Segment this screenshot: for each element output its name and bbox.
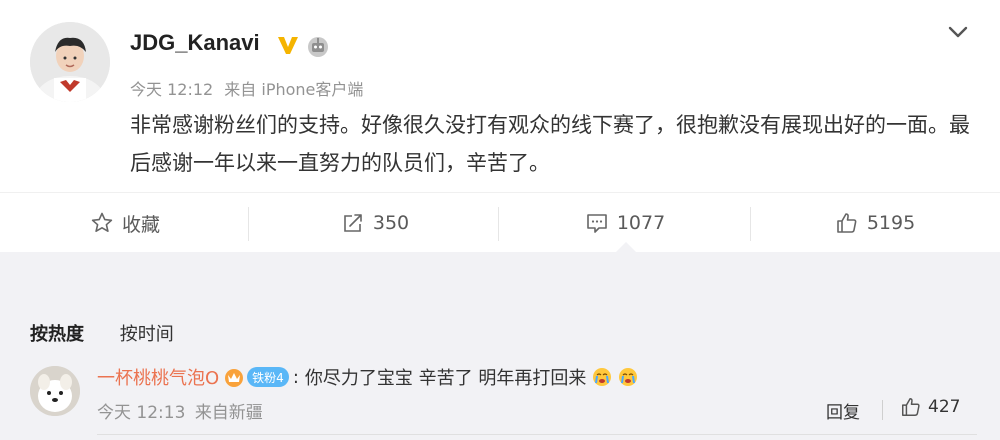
- crying-emoji-icon: [619, 368, 638, 386]
- avatar[interactable]: [30, 22, 110, 102]
- comment-line: 一杯桃桃气泡O 铁粉4 : 你尽力了宝宝 辛苦了 明年再打回来: [97, 364, 638, 390]
- comment-caret: [616, 242, 636, 252]
- comment-sort-bar: 按热度 按时间: [30, 320, 174, 346]
- like-count: 5195: [866, 212, 916, 234]
- weibo-card: JDG_Kanavi 今天 12:12 来自 iPhone客户端 非常感谢粉丝们…: [0, 0, 1000, 440]
- post-source: 来自 iPhone客户端: [224, 80, 364, 99]
- star-icon: [91, 212, 113, 232]
- sort-by-hot[interactable]: 按热度: [30, 324, 84, 345]
- vip-crown-icon: [278, 37, 298, 54]
- comment-divider: [97, 434, 977, 435]
- fan-crown-icon: [225, 369, 244, 387]
- post-meta: 今天 12:12 来自 iPhone客户端: [130, 76, 369, 100]
- comment-colon: :: [292, 366, 299, 388]
- thumbs-up-icon: [902, 398, 920, 416]
- comment-source: 来自新疆: [194, 403, 263, 423]
- comment-meta: 今天 12:13 来自新疆: [97, 398, 267, 423]
- fan-badge: 铁粉4: [247, 367, 289, 387]
- crying-emoji-icon: [593, 368, 612, 386]
- share-icon: [344, 214, 362, 232]
- comment-count: 1077: [616, 212, 666, 234]
- post-content: 非常感谢粉丝们的支持。好像很久没打有观众的线下赛了，很抱歉没有展现出好的一面。最…: [130, 113, 970, 175]
- action-bar: 收藏 350 1077 5195: [0, 192, 1000, 252]
- repost-count: 350: [372, 212, 410, 234]
- comment-time: 今天 12:13: [97, 403, 186, 423]
- robot-icon: [308, 37, 328, 57]
- sort-by-time[interactable]: 按时间: [120, 324, 174, 345]
- username[interactable]: JDG_Kanavi: [130, 30, 260, 56]
- post-time[interactable]: 今天 12:12: [130, 80, 213, 99]
- comment-text: 你尽力了宝宝 辛苦了 明年再打回来: [304, 368, 587, 389]
- favorite-label: 收藏: [121, 213, 160, 236]
- action-separator: [498, 207, 499, 241]
- comment-like-button[interactable]: 427: [900, 396, 960, 418]
- action-separator: [248, 207, 249, 241]
- chevron-down-icon[interactable]: [944, 20, 972, 44]
- comment-like-count: 427: [928, 397, 961, 417]
- comment-action-separator: [882, 400, 883, 420]
- comment-username[interactable]: 一杯桃桃气泡O: [97, 364, 219, 390]
- comment-avatar[interactable]: [30, 366, 80, 416]
- like-button[interactable]: 5195: [750, 193, 1000, 253]
- repost-button[interactable]: 350: [250, 193, 500, 253]
- thumbs-up-icon: [837, 213, 857, 233]
- comment-icon: [587, 214, 607, 233]
- favorite-button[interactable]: 收藏: [0, 193, 250, 253]
- reply-button[interactable]: 回复: [826, 398, 860, 423]
